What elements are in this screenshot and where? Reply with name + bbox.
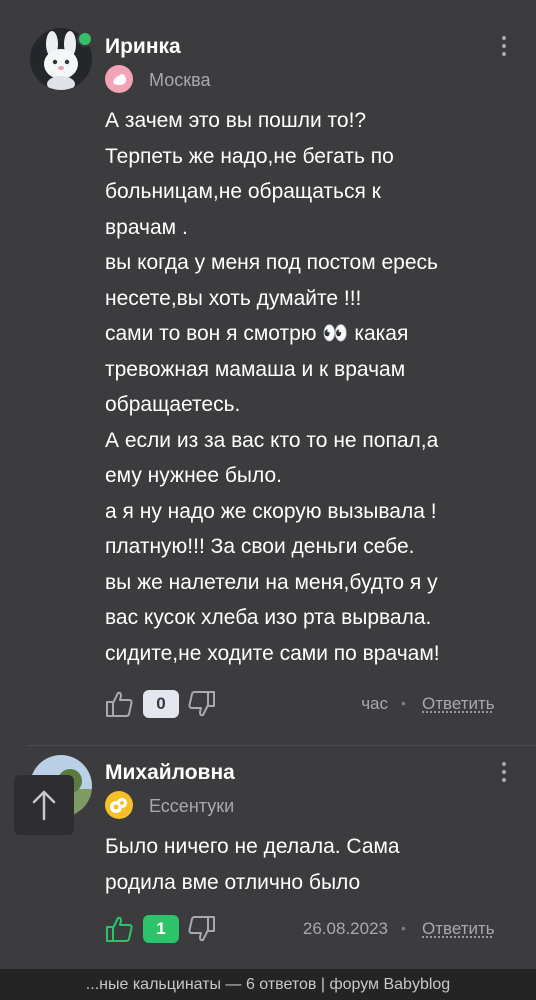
more-menu-icon[interactable] bbox=[496, 32, 512, 60]
comment-line: вы же налетели на меня,будто я у bbox=[105, 570, 438, 594]
comment-time: час bbox=[361, 694, 388, 713]
comment-line: врачам . bbox=[105, 215, 188, 239]
separator-dot: • bbox=[401, 695, 406, 711]
comment-line: ему нужнее было. bbox=[105, 464, 282, 487]
separator-dot: • bbox=[401, 920, 406, 936]
like-count: 0 bbox=[143, 690, 179, 718]
comment-line: а я ну надо же скорую вызывала ! bbox=[105, 499, 437, 523]
comment-line: Терпеть же надо,не бегать по bbox=[105, 144, 394, 168]
comment-line: вы когда у меня под постом ересь bbox=[105, 251, 438, 274]
thumbs-up-icon[interactable] bbox=[105, 914, 133, 944]
comment-divider bbox=[28, 745, 536, 746]
comment-line: А зачем это вы пошли то!? bbox=[105, 109, 367, 132]
more-menu-icon[interactable] bbox=[496, 758, 512, 786]
scroll-to-top-button[interactable] bbox=[14, 775, 74, 835]
author-city: Ессентуки bbox=[149, 796, 235, 816]
comment-time: 26.08.2023 bbox=[302, 919, 388, 938]
online-status-dot bbox=[77, 31, 93, 47]
baby-status-icon bbox=[105, 791, 133, 819]
comment-line: А если из за вас кто то не попал,а bbox=[105, 428, 439, 452]
page-title-bar[interactable]: ...ные кальцинаты — 6 ответов | форум Ba… bbox=[0, 969, 536, 1000]
comment-line: родила вме отлично было bbox=[105, 870, 361, 894]
comment-line: несете,вы хоть думайте !!! bbox=[105, 286, 362, 310]
comment-line: платную!!! За свои деньги себе. bbox=[105, 535, 415, 558]
reply-button[interactable]: Ответить bbox=[422, 694, 495, 714]
thumbs-up-icon[interactable] bbox=[105, 689, 133, 719]
author-city: Москва bbox=[149, 70, 211, 90]
comment-line: сидите,не ходите сами по врачам! bbox=[105, 641, 440, 665]
comment-line: Было ничего не делала. Сама bbox=[105, 835, 400, 858]
like-count: 1 bbox=[143, 915, 179, 943]
comment-line: обращаетесь. bbox=[105, 393, 241, 416]
comment-text: Было ничего не делала. Сама родила вме о… bbox=[105, 829, 525, 900]
thumbs-down-icon[interactable] bbox=[188, 914, 216, 944]
comment-text: А зачем это вы пошли то!? Терпеть же над… bbox=[105, 103, 525, 671]
comment-line: больницам,не обращаться к bbox=[105, 180, 381, 203]
arrow-up-icon bbox=[32, 790, 56, 821]
reply-button[interactable]: Ответить bbox=[422, 919, 495, 939]
author-name[interactable]: Михайловна bbox=[105, 761, 235, 785]
comment-line: вас кусок хлеба изо рта вырвала. bbox=[105, 606, 432, 629]
author-name[interactable]: Иринка bbox=[105, 35, 181, 59]
baby-status-icon bbox=[105, 65, 133, 93]
thumbs-down-icon[interactable] bbox=[188, 689, 216, 719]
comment-line: сами то вон я смотрю 👀 какая bbox=[105, 322, 409, 345]
comment-line: тревожная мамаша и к врачам bbox=[105, 357, 406, 381]
